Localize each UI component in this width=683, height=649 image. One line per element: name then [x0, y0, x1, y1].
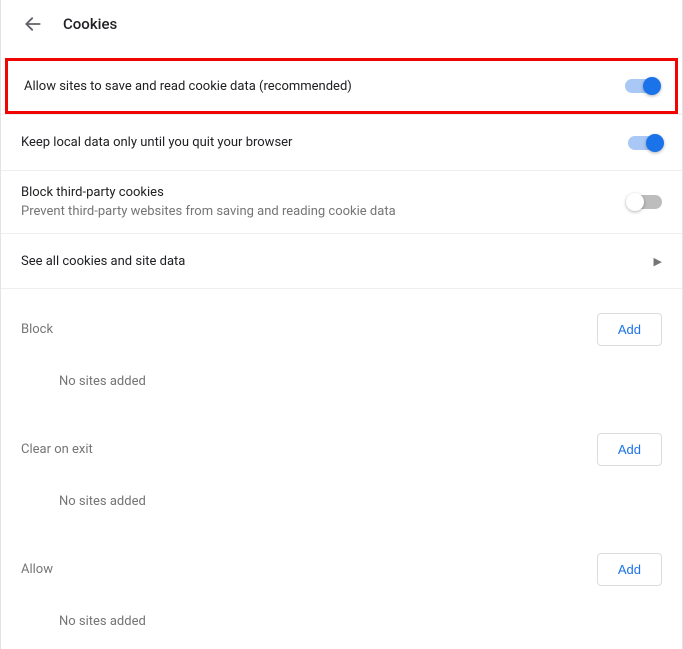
toggle-knob — [646, 134, 664, 152]
section-label: Allow — [21, 562, 53, 577]
add-block-button[interactable]: Add — [597, 313, 662, 346]
setting-text: Block third-party cookies Prevent third-… — [21, 185, 628, 219]
section-label: Clear on exit — [21, 442, 93, 457]
chevron-right-icon: ▶ — [654, 255, 662, 268]
setting-label: Allow sites to save and read cookie data… — [24, 79, 625, 94]
setting-sublabel: Prevent third-party websites from saving… — [21, 204, 628, 219]
page-title: Cookies — [63, 15, 117, 33]
setting-keep-local: Keep local data only until you quit your… — [1, 114, 682, 170]
toggle-knob — [643, 77, 661, 95]
setting-text: Allow sites to save and read cookie data… — [24, 79, 625, 94]
empty-message: No sites added — [21, 594, 662, 649]
toggle-allow-cookies[interactable] — [625, 79, 659, 93]
section-block: Block Add No sites added — [1, 289, 682, 409]
empty-message: No sites added — [21, 354, 662, 409]
setting-allow-cookies: Allow sites to save and read cookie data… — [5, 58, 678, 114]
empty-message: No sites added — [21, 474, 662, 529]
section-label: Block — [21, 322, 53, 337]
setting-text: Keep local data only until you quit your… — [21, 135, 628, 150]
setting-label: Keep local data only until you quit your… — [21, 135, 628, 150]
add-allow-button[interactable]: Add — [597, 553, 662, 586]
see-all-cookies[interactable]: See all cookies and site data ▶ — [1, 233, 682, 289]
toggle-keep-local[interactable] — [628, 136, 662, 150]
setting-label: Block third-party cookies — [21, 185, 628, 200]
cookies-settings-page: Cookies Allow sites to save and read coo… — [0, 0, 683, 649]
setting-label: See all cookies and site data — [21, 254, 654, 269]
section-allow: Allow Add No sites added — [1, 529, 682, 649]
add-clear-button[interactable]: Add — [597, 433, 662, 466]
setting-block-third-party: Block third-party cookies Prevent third-… — [1, 170, 682, 233]
back-button[interactable] — [21, 12, 45, 36]
arrow-left-icon — [23, 14, 43, 34]
section-header: Clear on exit Add — [21, 409, 662, 474]
section-clear-on-exit: Clear on exit Add No sites added — [1, 409, 682, 529]
page-header: Cookies — [1, 0, 682, 54]
toggle-knob — [626, 193, 644, 211]
section-header: Block Add — [21, 289, 662, 354]
setting-text: See all cookies and site data — [21, 254, 654, 269]
section-header: Allow Add — [21, 529, 662, 594]
toggle-block-third-party[interactable] — [628, 195, 662, 209]
